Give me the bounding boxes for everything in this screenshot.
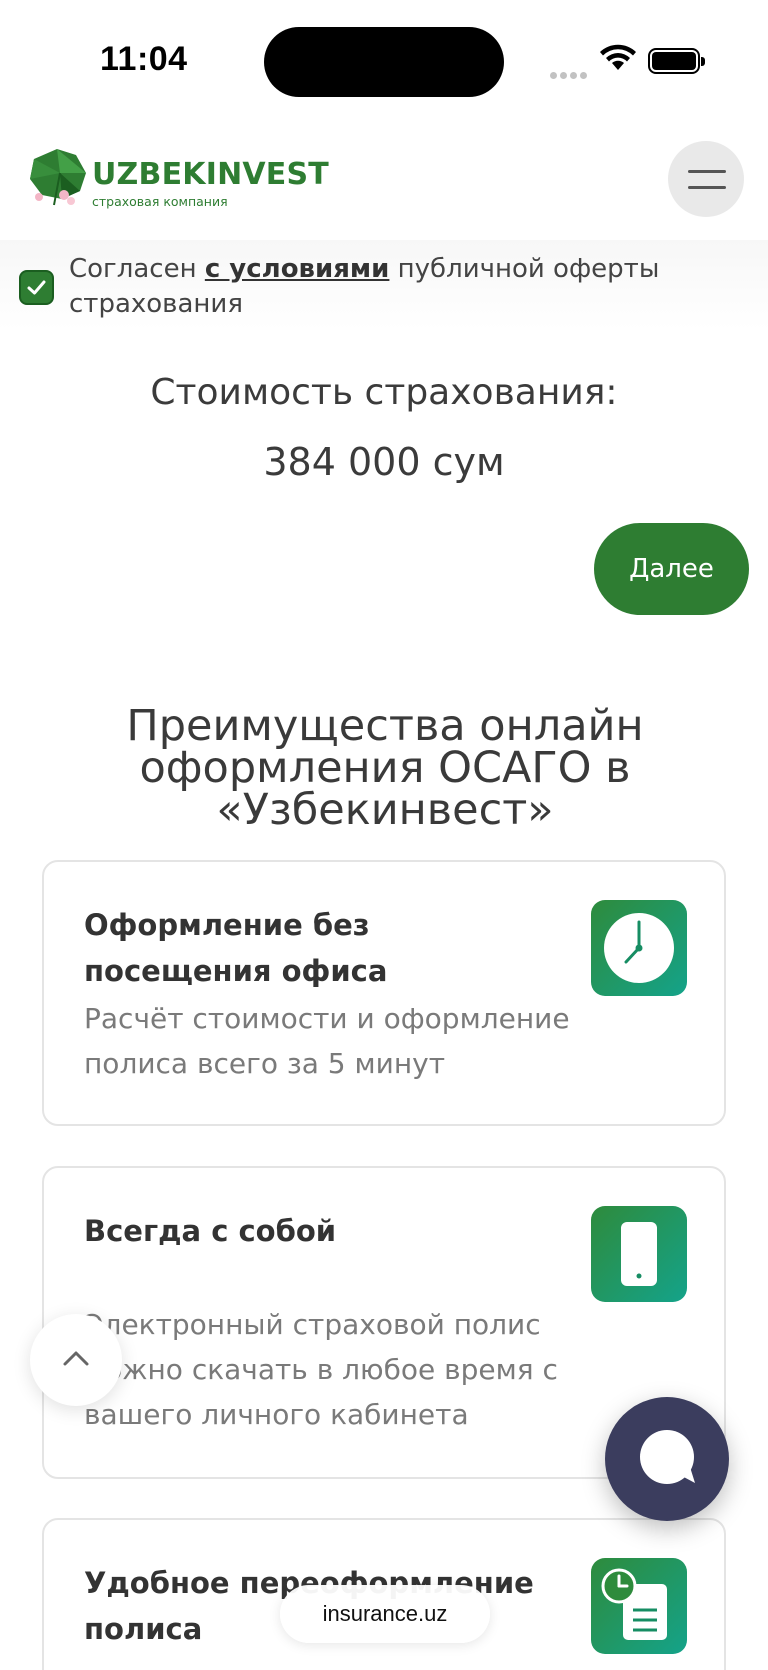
- dynamic-island: [264, 27, 504, 97]
- company-logo[interactable]: UZBEKINVEST страховая компания: [24, 145, 329, 215]
- menu-line-icon: [688, 170, 726, 173]
- card-title: Оформление без посещения офиса: [84, 908, 388, 988]
- checkmark-icon: [27, 280, 46, 295]
- umbrella-logo-icon: [30, 149, 86, 206]
- logo-name: UZBEKINVEST: [92, 157, 329, 192]
- feature-card: Оформление без посещения офиса Расчёт ст…: [42, 860, 726, 1126]
- chat-button[interactable]: [605, 1397, 729, 1521]
- battery-icon: [648, 48, 705, 74]
- cellular-signal-icon: [550, 66, 590, 84]
- wifi-icon: [600, 44, 636, 70]
- offer-agreement-row: Согласен с условиями публичной оферты ст…: [0, 240, 768, 330]
- price-value: 384 000 сум: [263, 440, 505, 484]
- chat-bubble-icon: [640, 1430, 695, 1484]
- terms-link[interactable]: с условиями: [205, 254, 390, 284]
- chevron-up-icon: [63, 1351, 89, 1366]
- agree-prefix: Согласен: [69, 254, 205, 284]
- scroll-to-top-button[interactable]: [30, 1314, 122, 1406]
- price-label: Стоимость страхования:: [150, 372, 618, 413]
- agree-text: Согласен с условиями публичной оферты ст…: [69, 252, 729, 322]
- clock-time: 11:04: [100, 40, 188, 78]
- hamburger-menu-button[interactable]: [668, 141, 744, 217]
- section-title: Преимущества онлайн оформления ОСАГО в «…: [126, 701, 644, 835]
- browser-url-bar[interactable]: insurance.uz: [280, 1585, 490, 1643]
- next-button[interactable]: Далее: [594, 523, 749, 615]
- site-header: UZBEKINVEST страховая компания: [0, 125, 768, 240]
- menu-line-icon: [688, 186, 726, 189]
- card-text: Электронный страховой полис можно скачат…: [84, 1308, 558, 1431]
- logo-subtitle: страховая компания: [92, 194, 228, 209]
- phone-icon: [591, 1206, 687, 1302]
- status-bar: 11:04: [0, 0, 768, 125]
- card-title: Всегда с собой: [84, 1214, 337, 1248]
- clock-icon: [591, 900, 687, 996]
- document-clock-icon: [591, 1558, 687, 1654]
- card-text: Расчёт стоимости и оформление полиса все…: [84, 1002, 570, 1080]
- agree-checkbox[interactable]: [19, 270, 54, 305]
